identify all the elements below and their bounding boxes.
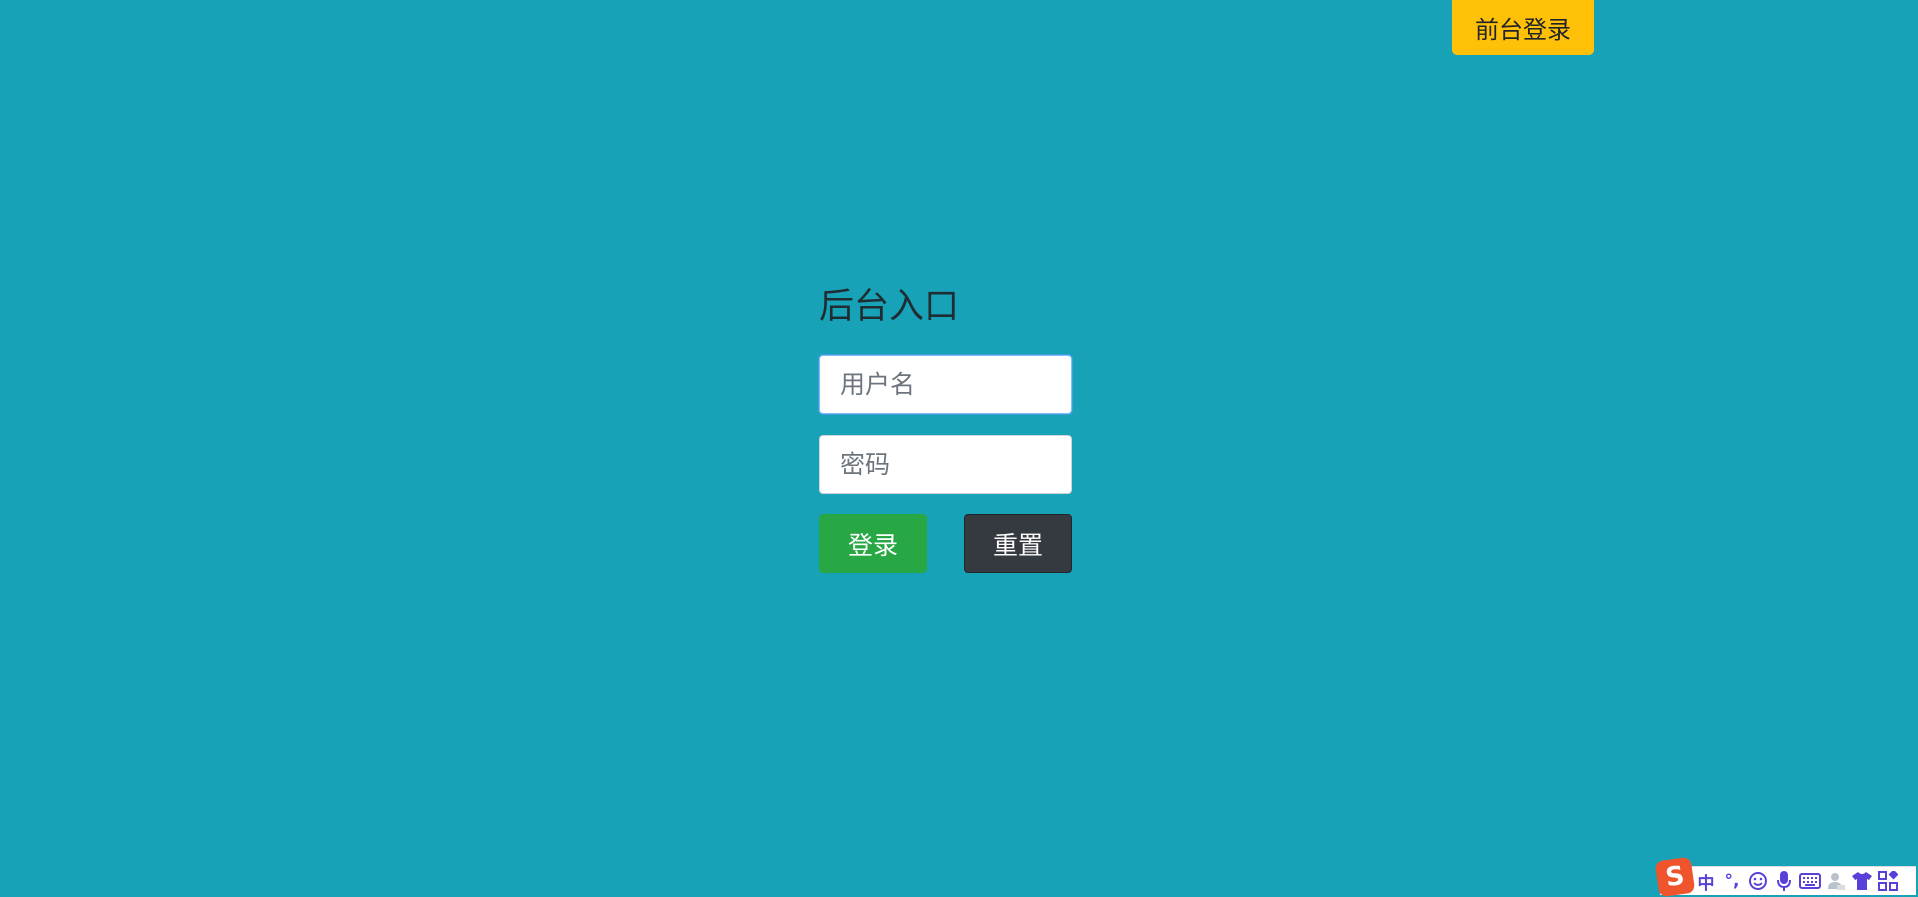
microphone-icon[interactable]	[1771, 868, 1797, 894]
user-icon[interactable]	[1823, 868, 1849, 894]
password-input[interactable]	[819, 435, 1072, 494]
skin-icon[interactable]	[1849, 868, 1875, 894]
ime-punctuation-toggle[interactable]: °,	[1719, 868, 1745, 894]
front-login-button[interactable]: 前台登录	[1452, 0, 1594, 55]
username-input[interactable]	[819, 355, 1072, 414]
sogou-logo-icon[interactable]: S	[1654, 856, 1696, 897]
keyboard-icon[interactable]	[1797, 868, 1823, 894]
ime-mode-toggle[interactable]: 中	[1693, 868, 1719, 894]
reset-button[interactable]: 重置	[964, 514, 1072, 573]
toolbox-icon[interactable]	[1875, 868, 1901, 894]
login-button[interactable]: 登录	[819, 514, 927, 573]
emoji-icon[interactable]	[1745, 868, 1771, 894]
ime-toolbar: S 中 °,	[1654, 856, 1916, 897]
form-title: 后台入口	[819, 287, 960, 327]
